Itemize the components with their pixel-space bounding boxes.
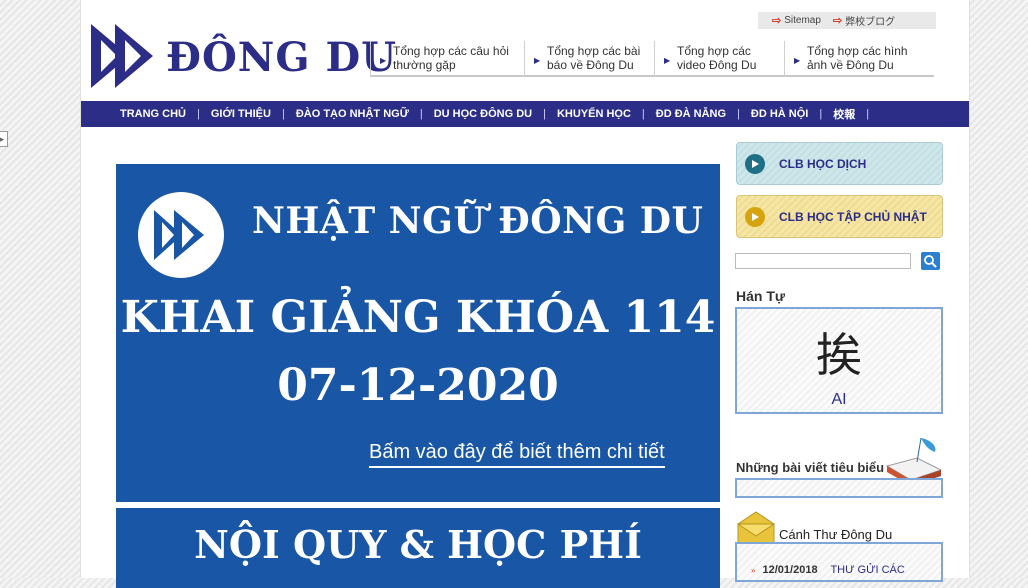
quick-link-line: video Đông Du: [677, 58, 757, 72]
quick-link-line: Tổng hợp các hình: [807, 44, 908, 58]
kanji-character: 挨: [816, 328, 862, 382]
triangle-right-icon: ▶: [380, 56, 387, 65]
triangle-right-icon: ▶: [794, 56, 801, 65]
blog-link[interactable]: ⇨ 弊校ブログ: [833, 13, 895, 28]
sitemap-label: Sitemap: [784, 15, 821, 26]
nav-japanese-training[interactable]: ĐÀO TẠO NHẬT NGỮ: [285, 108, 420, 120]
club-label: CLB HỌC TẬP CHỦ NHẬT: [779, 209, 927, 224]
letters-section-title: Cánh Thư Đông Du: [779, 527, 893, 542]
arrow-right-icon: ⇨: [772, 15, 782, 27]
nav-scholarship[interactable]: KHUYẾN HỌC: [546, 108, 642, 120]
quick-link-line: Tổng hợp các: [677, 44, 751, 58]
quick-link-line: ảnh về Đông Du: [807, 58, 894, 72]
side-marker: ▸: [0, 131, 8, 147]
banner2-title: NỘI QUY & HỌC PHÍ: [194, 522, 642, 567]
nav-home[interactable]: TRANG CHỦ: [109, 108, 197, 120]
page: ⇨ Sitemap ⇨ 弊校ブログ ĐÔNG DU ▶ Tổng hợp các…: [80, 0, 970, 588]
quick-link-press[interactable]: ▶ Tổng hợp các bài báo về Đông Du: [524, 41, 654, 77]
banner-logo-icon: [138, 192, 224, 278]
quick-link-photos[interactable]: ▶ Tổng hợp các hình ảnh về Đông Du: [784, 41, 934, 77]
banner-title: NHẬT NGỮ ĐÔNG DU: [252, 200, 704, 242]
club-sunday-button[interactable]: CLB HỌC TẬP CHỦ NHẬT: [736, 195, 943, 238]
arrow-right-icon: ⇨: [832, 15, 843, 27]
sitemap-link[interactable]: ⇨ Sitemap: [772, 14, 821, 27]
rules-fees-banner[interactable]: NỘI QUY & HỌC PHÍ: [116, 508, 720, 588]
nav-separator: |: [866, 108, 870, 120]
nav-hanoi[interactable]: ĐD HÀ NỘI: [740, 108, 819, 120]
quick-link-line: thường gặp: [393, 58, 456, 72]
kanji-reading: AI: [831, 391, 847, 408]
club-translation-button[interactable]: CLB HỌC DỊCH: [736, 142, 943, 185]
banner-date: 07-12-2020: [277, 360, 559, 411]
nav-about[interactable]: GIỚI THIỆU: [200, 108, 282, 120]
blog-label: 弊校ブログ: [845, 17, 896, 28]
kanji-section-title: Hán Tự: [736, 288, 786, 304]
course-opening-banner[interactable]: NHẬT NGỮ ĐÔNG DU KHAI GIẢNG KHÓA 114 07-…: [116, 164, 720, 502]
kanji-card[interactable]: 挨 AI: [735, 307, 943, 414]
play-icon: [745, 153, 765, 174]
featured-section-title: Những bài viết tiêu biểu: [736, 460, 885, 475]
club-label: CLB HỌC DỊCH: [779, 156, 867, 171]
nav-school-news[interactable]: 校報: [822, 106, 866, 122]
letter-item[interactable]: » 12/01/2018 THƯ GỬI CÁC: [751, 564, 905, 576]
letter-title: THƯ GỬI CÁC: [830, 564, 905, 576]
play-icon: [745, 206, 765, 227]
chevron-right-icon: »: [751, 566, 756, 575]
quick-link-faq[interactable]: ▶ Tổng hợp các câu hỏi thường gặp: [370, 41, 524, 77]
banner-course: KHAI GIẢNG KHÓA 114: [120, 292, 716, 343]
triangle-right-icon: ▶: [534, 56, 541, 65]
nav-study-abroad[interactable]: DU HỌC ĐÔNG DU: [423, 108, 543, 120]
top-links: ⇨ Sitemap ⇨ 弊校ブログ: [758, 12, 936, 29]
quick-link-line: Tổng hợp các câu hỏi: [393, 44, 509, 58]
nav-danang[interactable]: ĐD ĐÀ NẴNG: [645, 108, 737, 120]
main-nav: TRANG CHỦ | GIỚI THIỆU | ĐÀO TẠO NHẬT NG…: [81, 101, 969, 127]
search-icon: [924, 255, 937, 268]
featured-box: [735, 478, 943, 498]
search-button[interactable]: [921, 252, 940, 270]
quick-link-videos[interactable]: ▶ Tổng hợp các video Đông Du: [654, 41, 784, 77]
letter-date: 12/01/2018: [762, 564, 818, 576]
quick-link-line: báo về Đông Du: [547, 58, 634, 72]
logo-text[interactable]: ĐÔNG DU: [166, 34, 397, 82]
quick-links: ▶ Tổng hợp các câu hỏi thường gặp ▶ Tổng…: [370, 41, 934, 77]
quick-link-line: Tổng hợp các bài: [547, 44, 641, 58]
dongdu-logo-icon[interactable]: [89, 22, 157, 90]
banner-more-link[interactable]: Bấm vào đây để biết thêm chi tiết: [369, 441, 665, 468]
triangle-right-icon: ▶: [664, 56, 671, 65]
letters-box: » 12/01/2018 THƯ GỬI CÁC: [735, 542, 943, 582]
search-input[interactable]: [735, 253, 911, 269]
